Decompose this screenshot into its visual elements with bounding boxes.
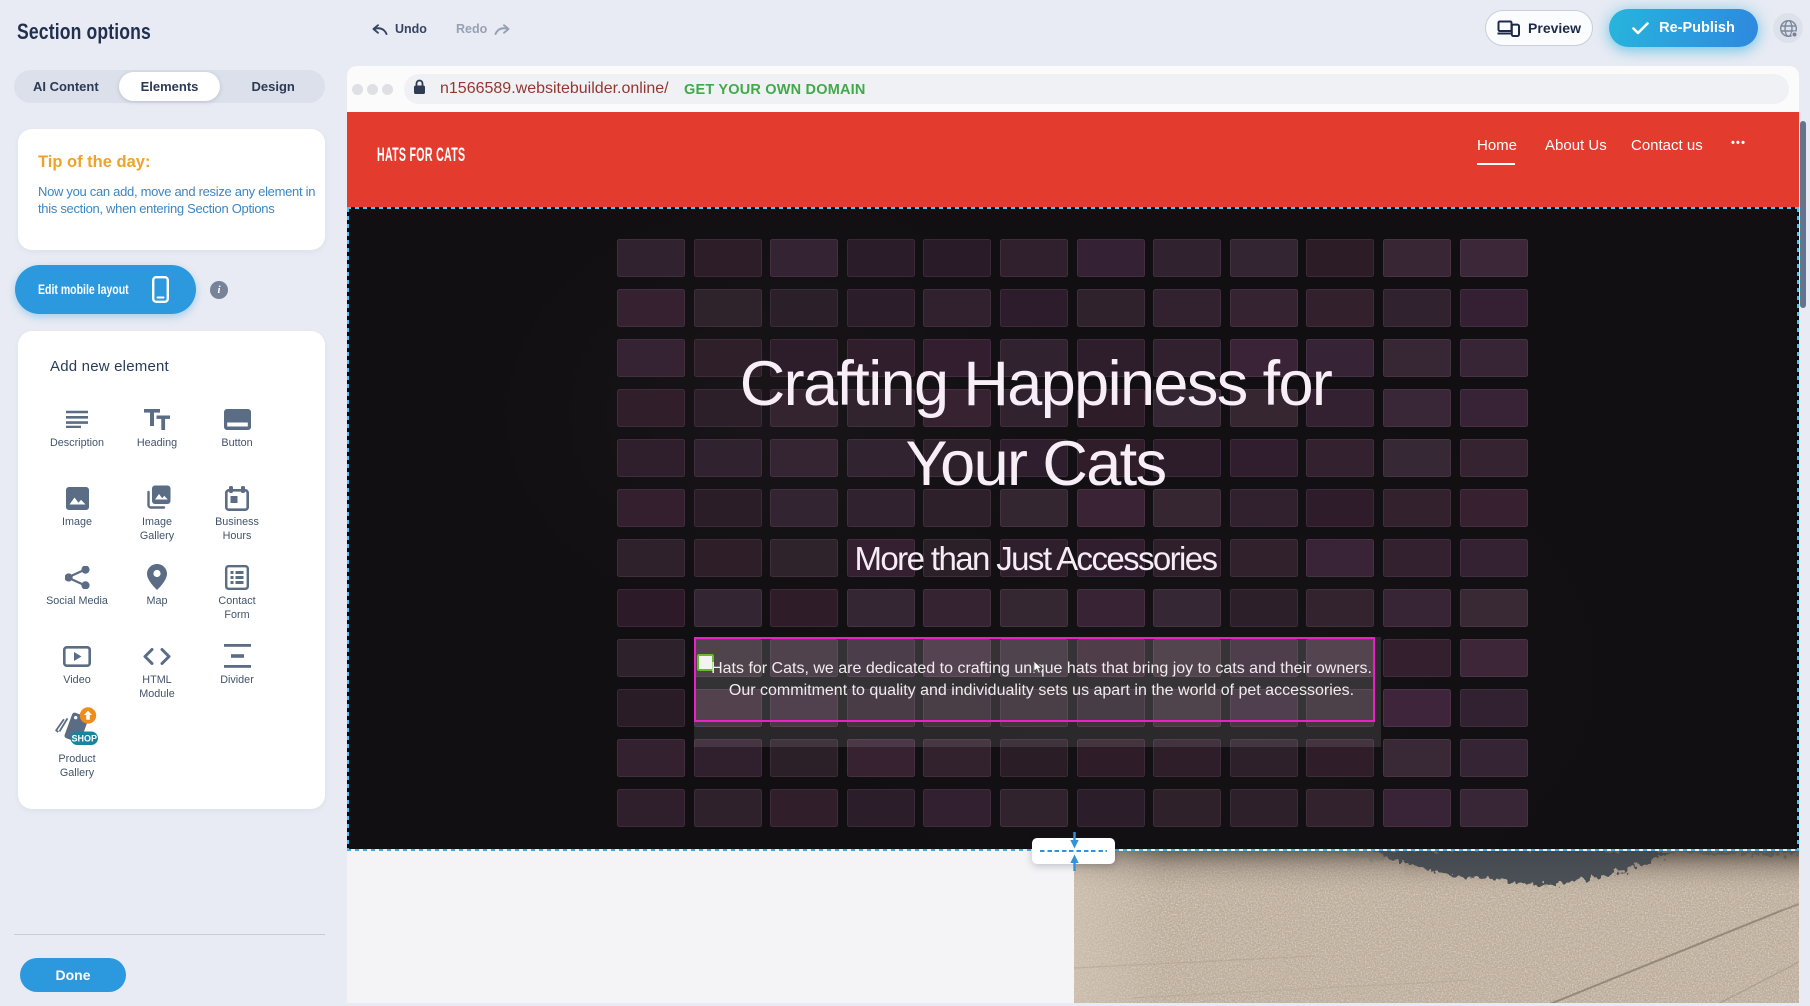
- svg-text:SHOP: SHOP: [71, 733, 97, 743]
